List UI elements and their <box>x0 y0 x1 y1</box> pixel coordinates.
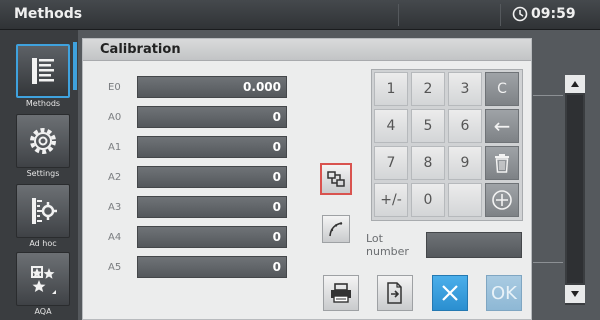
sample-probe-icon <box>32 198 57 224</box>
ok-button[interactable]: OK <box>486 275 522 311</box>
gear-icon <box>30 128 56 154</box>
export-button[interactable] <box>377 275 413 311</box>
numeric-keypad: 1 2 3 C 4 5 6 ← 7 8 9 +/- 0 <box>371 69 523 221</box>
coefficient-field-a0[interactable]: 0 <box>137 106 287 128</box>
lot-number-field[interactable] <box>426 232 522 258</box>
key-plus-minus[interactable]: +/- <box>374 183 408 217</box>
plus-circle-icon <box>492 190 512 210</box>
stars-icon <box>31 266 56 294</box>
panel-title: Calibration <box>100 42 181 57</box>
key-6[interactable]: 6 <box>448 109 482 143</box>
key-add[interactable] <box>485 183 519 217</box>
title-divider <box>398 4 399 26</box>
key-backspace[interactable]: ← <box>485 109 519 143</box>
coefficient-label: A2 <box>108 172 122 183</box>
clock-icon <box>512 6 528 22</box>
coefficient-label: A4 <box>108 232 122 243</box>
sidebar-item-ad-hoc[interactable]: Ad hoc <box>14 184 72 248</box>
key-blank[interactable] <box>448 183 482 217</box>
coefficient-label: A5 <box>108 262 122 273</box>
coefficient-label: A3 <box>108 202 122 213</box>
coefficient-field-a5[interactable]: 0 <box>137 256 287 278</box>
close-icon <box>442 285 458 301</box>
divider <box>533 262 563 263</box>
key-9[interactable]: 9 <box>448 146 482 180</box>
methods-tile[interactable] <box>16 44 70 98</box>
settings-tile[interactable] <box>16 114 70 168</box>
coefficient-field-e0[interactable]: 0.000 <box>137 76 287 98</box>
key-clear[interactable]: C <box>485 72 519 106</box>
key-2[interactable]: 2 <box>411 72 445 106</box>
page-title: Methods <box>14 6 83 22</box>
key-1[interactable]: 1 <box>374 72 408 106</box>
coefficient-field-a4[interactable]: 0 <box>137 226 287 248</box>
document-export-icon <box>387 282 402 304</box>
lot-label-line: Lot <box>366 232 383 245</box>
title-bar: Methods 09:59 <box>0 0 600 30</box>
coefficient-label: E0 <box>108 82 121 93</box>
methods-list-icon <box>32 58 54 84</box>
scroll-track[interactable] <box>567 95 583 283</box>
lot-label-line: number <box>366 245 409 258</box>
print-button[interactable] <box>323 275 359 311</box>
key-5[interactable]: 5 <box>411 109 445 143</box>
ad-hoc-tile[interactable] <box>16 184 70 238</box>
sidebar-item-methods[interactable]: Methods <box>14 44 72 108</box>
active-indicator <box>73 42 77 90</box>
coefficient-field-a2[interactable]: 0 <box>137 166 287 188</box>
trash-icon <box>495 154 509 173</box>
key-3[interactable]: 3 <box>448 72 482 106</box>
sidebar-item-label: Settings <box>26 169 60 178</box>
sidebar-item-label: Ad hoc <box>29 239 57 248</box>
curve-icon <box>329 222 343 237</box>
key-0[interactable]: 0 <box>411 183 445 217</box>
clock: 09:59 <box>512 6 576 22</box>
calibration-panel: Calibration E0 0.000 A0 0 A1 0 A2 0 A3 0… <box>82 38 532 320</box>
cancel-button[interactable] <box>432 275 468 311</box>
sidebar: Methods Settings Ad hoc AQA <box>0 30 78 320</box>
key-delete[interactable] <box>485 146 519 180</box>
triangle-down-icon <box>571 291 579 297</box>
scrollbar[interactable] <box>565 75 585 305</box>
coefficient-field-a3[interactable]: 0 <box>137 196 287 218</box>
printer-icon <box>331 283 351 303</box>
coefficient-label: A1 <box>108 142 122 153</box>
title-divider <box>500 4 501 26</box>
scroll-down-button[interactable] <box>565 285 585 303</box>
key-8[interactable]: 8 <box>411 146 445 180</box>
sidebar-item-settings[interactable]: Settings <box>14 114 72 178</box>
key-7[interactable]: 7 <box>374 146 408 180</box>
clock-time: 09:59 <box>531 6 576 22</box>
convert-button[interactable] <box>320 163 352 195</box>
sidebar-item-label: AQA <box>34 307 52 316</box>
panel-title-bar: Calibration <box>83 39 531 61</box>
aqa-tile[interactable] <box>16 252 70 306</box>
triangle-up-icon <box>571 81 579 87</box>
sidebar-item-label: Methods <box>25 99 61 108</box>
lot-number-label: Lot number <box>366 232 409 258</box>
divider <box>533 95 563 96</box>
scroll-up-button[interactable] <box>565 75 585 93</box>
sidebar-item-aqa[interactable]: AQA <box>14 252 72 316</box>
coefficient-label: A0 <box>108 112 122 123</box>
curve-button[interactable] <box>322 215 350 243</box>
convert-icon <box>327 171 345 187</box>
coefficient-field-a1[interactable]: 0 <box>137 136 287 158</box>
key-4[interactable]: 4 <box>374 109 408 143</box>
